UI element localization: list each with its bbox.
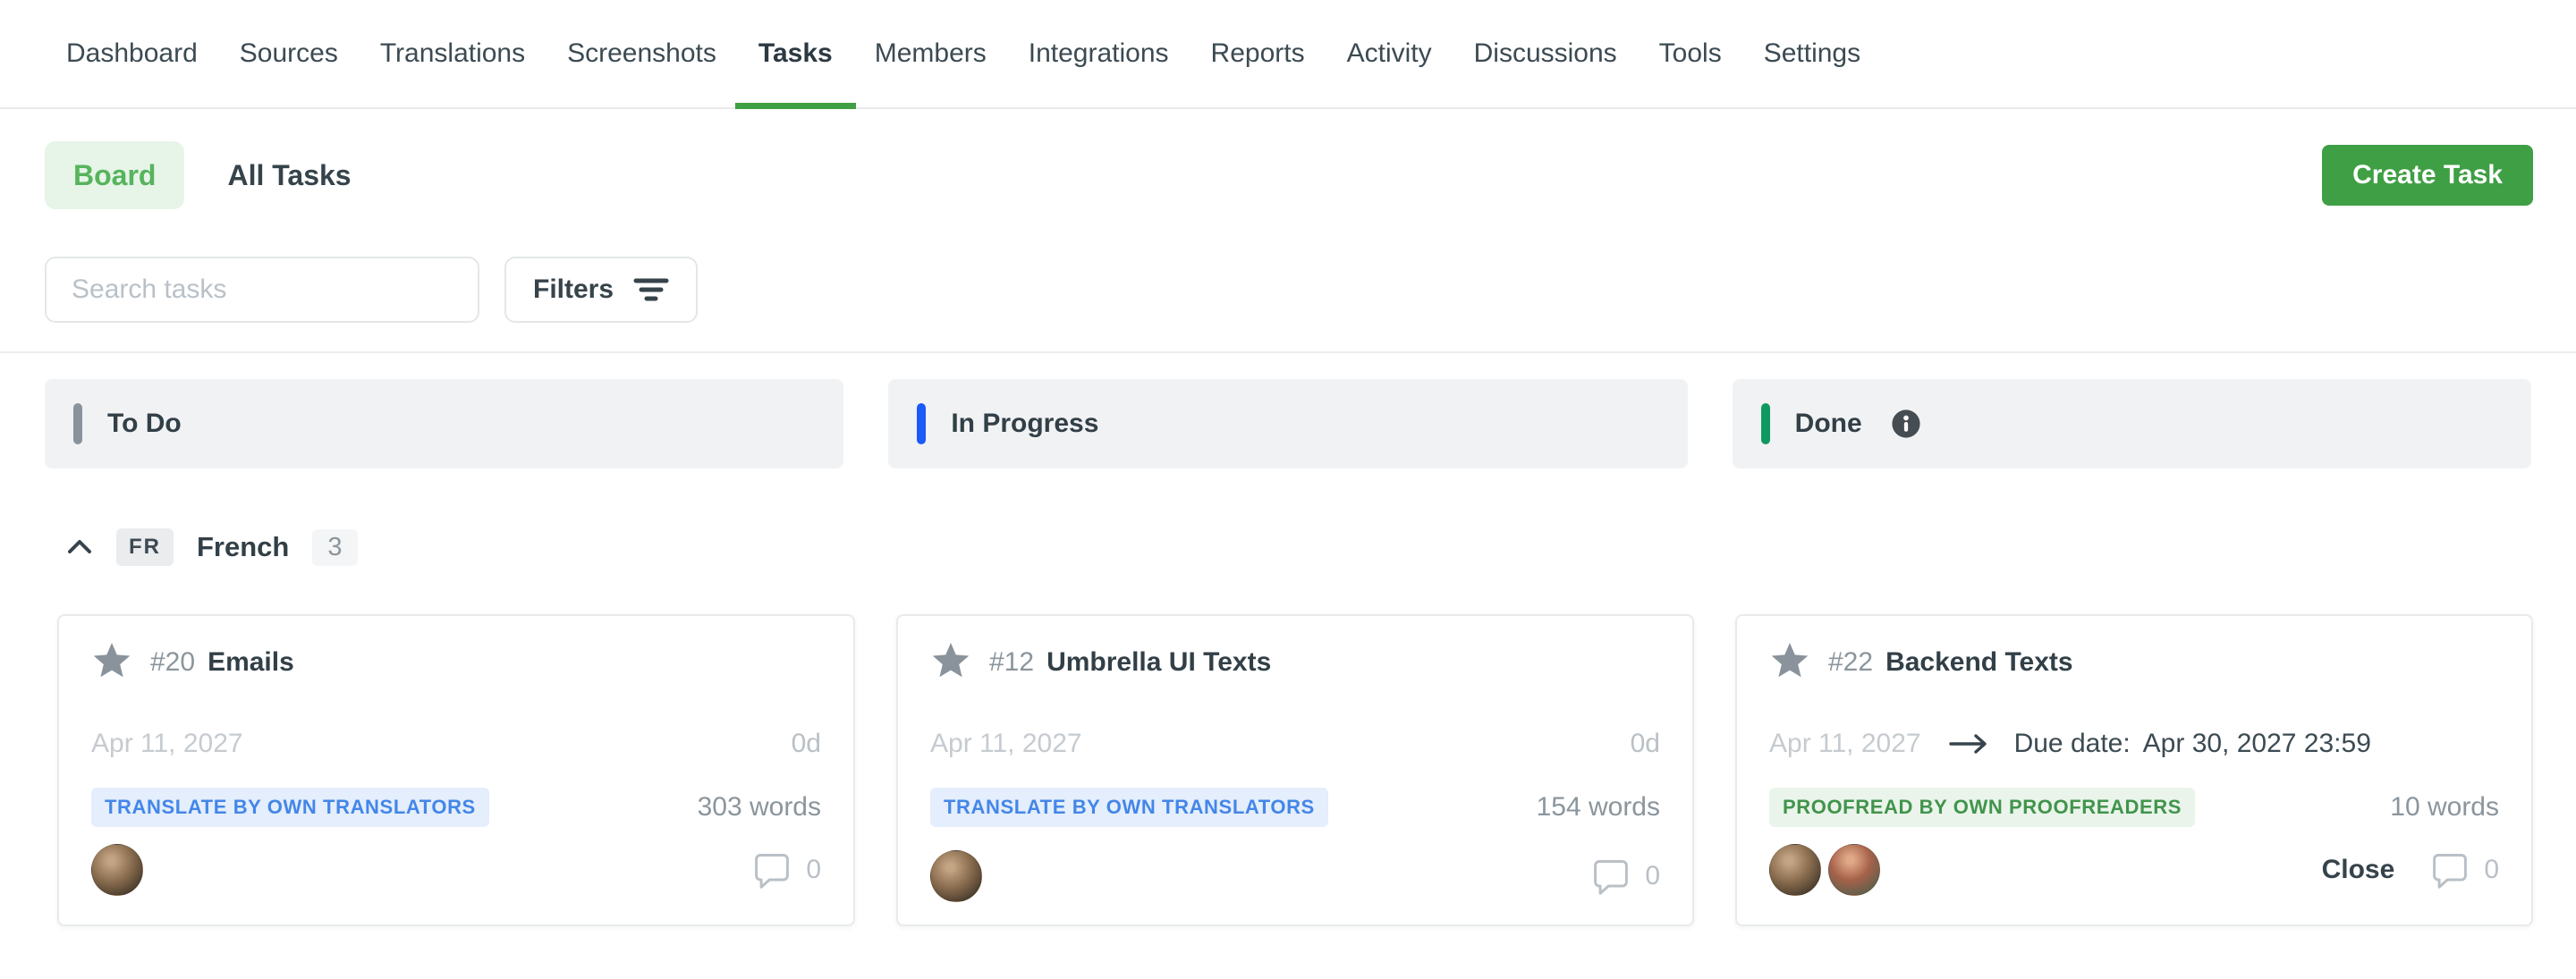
task-status-badge: TRANSLATE BY OWN TRANSLATORS [930,788,1328,827]
section-divider [0,351,2576,353]
nav-item-reports[interactable]: Reports [1211,0,1305,107]
favorite-star-icon[interactable] [930,643,971,682]
comments-button[interactable]: 0 [2430,850,2499,890]
task-id: #12 [989,647,1034,678]
column-accent-bar [73,403,82,444]
column-label: Done [1795,409,1862,439]
language-code-badge: FR [116,528,174,566]
task-word-count: 154 words [1537,792,1660,823]
column-accent-bar [917,403,926,444]
favorite-star-icon[interactable] [1769,643,1810,682]
search-input[interactable] [45,257,479,323]
task-start-date: Apr 11, 2027 [1769,729,1921,759]
comment-bubble-icon [2430,850,2470,890]
create-task-button[interactable]: Create Task [2322,145,2533,206]
nav-item-tools[interactable]: Tools [1659,0,1722,107]
language-group-header: FR French 3 [66,527,2576,567]
task-duration: 0d [792,729,821,759]
nav-item-translations[interactable]: Translations [380,0,525,107]
column-header-done: Done [1733,379,2531,468]
task-duration: 0d [1631,729,1660,759]
chevron-up-icon [66,538,93,556]
assignee-avatar [1828,844,1880,896]
comment-count: 0 [2484,855,2499,885]
task-cards: #20 Emails Apr 11, 2027 0d TRANSLATE BY … [57,614,2533,926]
tab-board[interactable]: Board [45,141,184,209]
task-start-date: Apr 11, 2027 [91,729,243,759]
column-label: In Progress [951,409,1098,439]
assignee-avatar [91,844,143,896]
task-title: Umbrella UI Texts [1046,647,1271,678]
language-name: French [197,531,289,563]
task-word-count: 303 words [698,792,821,823]
nav-item-screenshots[interactable]: Screenshots [567,0,716,107]
nav-item-sources[interactable]: Sources [240,0,338,107]
filter-bar: Filters [45,257,2531,323]
nav-item-tasks[interactable]: Tasks [758,0,833,107]
comment-bubble-icon [752,850,792,890]
assignee-avatar [1769,844,1821,896]
top-navigation: Dashboard Sources Translations Screensho… [0,0,2576,109]
comments-button[interactable]: 0 [752,850,821,890]
comments-button[interactable]: 0 [1591,857,1660,896]
comment-count: 0 [806,855,821,885]
comment-bubble-icon [1591,857,1631,896]
task-card[interactable]: #12 Umbrella UI Texts Apr 11, 2027 0d TR… [896,614,1694,926]
nav-item-integrations[interactable]: Integrations [1029,0,1169,107]
task-start-date: Apr 11, 2027 [930,729,1082,759]
close-task-button[interactable]: Close [2322,855,2395,885]
filters-button[interactable]: Filters [504,257,698,323]
collapse-group-button[interactable] [66,538,93,556]
column-accent-bar [1761,403,1770,444]
nav-item-activity[interactable]: Activity [1347,0,1432,107]
column-label: To Do [107,409,182,439]
favorite-star-icon[interactable] [91,643,132,682]
task-status-badge: PROOFREAD BY OWN PROOFREADERS [1769,788,2195,827]
task-card[interactable]: #20 Emails Apr 11, 2027 0d TRANSLATE BY … [57,614,855,926]
nav-item-settings[interactable]: Settings [1764,0,1860,107]
assignee-avatar [930,850,982,902]
task-word-count: 10 words [2390,792,2499,823]
tab-all-tasks[interactable]: All Tasks [227,159,351,192]
filters-button-label: Filters [533,274,614,305]
task-title: Backend Texts [1885,647,2073,678]
column-header-in-progress: In Progress [888,379,1687,468]
column-header-todo: To Do [45,379,843,468]
board-columns: To Do In Progress Done [45,379,2531,468]
arrow-right-icon [1948,732,1989,755]
info-icon[interactable] [1891,409,1921,439]
comment-count: 0 [1645,861,1660,891]
due-date-value: Apr 30, 2027 23:59 [2143,729,2371,759]
nav-item-members[interactable]: Members [875,0,987,107]
nav-item-dashboard[interactable]: Dashboard [66,0,198,107]
task-count-badge: 3 [312,529,357,566]
task-status-badge: TRANSLATE BY OWN TRANSLATORS [91,788,489,827]
task-id: #20 [150,647,195,678]
task-title: Emails [208,647,294,678]
task-id: #22 [1828,647,1873,678]
filter-lines-icon [633,274,669,305]
toolbar: Board All Tasks Create Task [45,141,2533,209]
task-card[interactable]: #22 Backend Texts Apr 11, 2027 Due date:… [1735,614,2533,926]
nav-item-discussions[interactable]: Discussions [1474,0,1617,107]
due-date-label: Due date: [2014,729,2131,759]
